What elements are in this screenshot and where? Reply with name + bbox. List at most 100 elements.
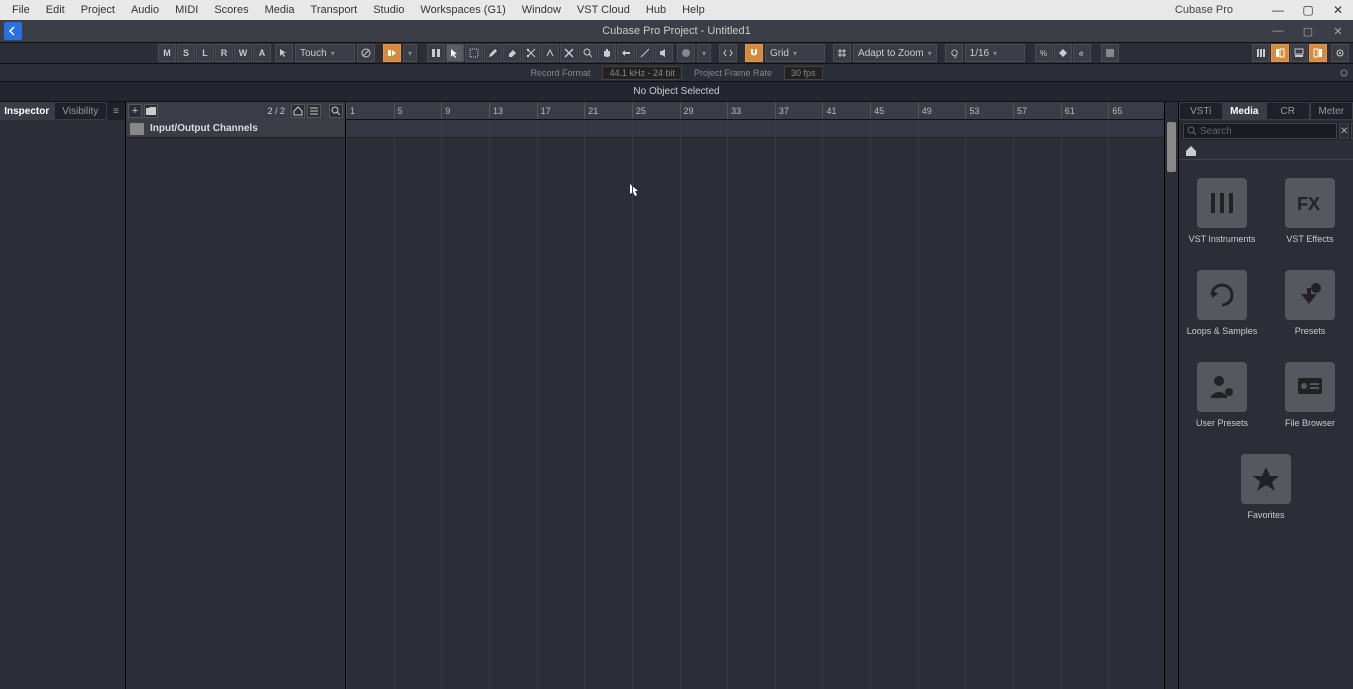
- media-tile-loops-samples[interactable]: Loops & Samples: [1193, 270, 1251, 336]
- warp-tool-button[interactable]: [617, 44, 635, 62]
- setup-toolbar-button[interactable]: [1331, 44, 1349, 62]
- arrange-view[interactable]: 1591317212529333741454953576165: [346, 102, 1164, 689]
- gridline: [1108, 120, 1109, 689]
- menu-hub[interactable]: Hub: [638, 2, 674, 18]
- media-tile-vst-instruments[interactable]: VST Instruments: [1193, 178, 1251, 244]
- gridline: [775, 120, 776, 689]
- add-track-button[interactable]: +: [128, 104, 142, 118]
- color-tool-button[interactable]: [677, 44, 695, 62]
- mute-tool-button[interactable]: [560, 44, 578, 62]
- track-filter-a-button[interactable]: [291, 104, 305, 118]
- show-channel-button[interactable]: [1252, 44, 1270, 62]
- state-buttons-group: M S L R W A: [158, 44, 271, 62]
- track-filter-b-button[interactable]: [307, 104, 321, 118]
- media-tile-file-browser[interactable]: File Browser: [1281, 362, 1339, 428]
- mute-all-button[interactable]: M: [158, 44, 176, 62]
- menu-window[interactable]: Window: [514, 2, 569, 18]
- tab-vsti[interactable]: VSTi: [1179, 102, 1223, 120]
- media-tile-presets[interactable]: Presets: [1281, 270, 1339, 336]
- inspector-setup-button[interactable]: ≡: [107, 102, 125, 120]
- color-menu-dropdown[interactable]: [697, 44, 711, 62]
- media-tile-user-presets[interactable]: User Presets: [1193, 362, 1251, 428]
- vertical-scrollbar[interactable]: [1164, 102, 1178, 689]
- menu-edit[interactable]: Edit: [38, 2, 73, 18]
- maximize-button[interactable]: ▢: [1293, 0, 1323, 20]
- media-tile-favorites[interactable]: Favorites: [1237, 454, 1295, 520]
- quantize-apply-button[interactable]: Q: [945, 44, 963, 62]
- zoom-tool-button[interactable]: [579, 44, 597, 62]
- tab-media[interactable]: Media: [1223, 102, 1267, 120]
- range-tool-button[interactable]: [465, 44, 483, 62]
- menu-help[interactable]: Help: [674, 2, 713, 18]
- solo-all-button[interactable]: S: [177, 44, 195, 62]
- glue-tool-button[interactable]: [541, 44, 559, 62]
- grid-type-icon[interactable]: [833, 44, 851, 62]
- expand-track-button[interactable]: [144, 104, 158, 118]
- listen-button[interactable]: L: [196, 44, 214, 62]
- project-close-button[interactable]: ✕: [1323, 20, 1353, 42]
- quantize-open-button[interactable]: [1054, 44, 1072, 62]
- snap-toggle[interactable]: [745, 44, 763, 62]
- iterative-q-button[interactable]: %: [1035, 44, 1053, 62]
- grid-type-dropdown[interactable]: Adapt to Zoom: [853, 44, 937, 62]
- menu-audio[interactable]: Audio: [123, 2, 167, 18]
- show-left-zone-button[interactable]: [1271, 44, 1289, 62]
- project-minimize-button[interactable]: —: [1263, 20, 1293, 42]
- auto-scroll-button[interactable]: [357, 44, 375, 62]
- close-button[interactable]: ✕: [1323, 0, 1353, 20]
- quantize-preset-dropdown[interactable]: 1/16: [965, 44, 1025, 62]
- visibility-tab[interactable]: Visibility: [54, 102, 108, 120]
- quantize-panel-button[interactable]: e: [1073, 44, 1091, 62]
- menu-transport[interactable]: Transport: [303, 2, 366, 18]
- automation-mode-icon-button[interactable]: [275, 44, 293, 62]
- combine-tool-button[interactable]: [427, 44, 445, 62]
- project-maximize-button[interactable]: ▢: [1293, 20, 1323, 42]
- home-icon[interactable]: [1185, 145, 1197, 157]
- suspend-automation-button[interactable]: A: [253, 44, 271, 62]
- selection-tool-button[interactable]: [446, 44, 464, 62]
- menu-studio[interactable]: Studio: [365, 2, 412, 18]
- tab-meter[interactable]: Meter: [1310, 102, 1353, 120]
- split-tool-button[interactable]: [522, 44, 540, 62]
- menu-project[interactable]: Project: [73, 2, 123, 18]
- menu-file[interactable]: File: [4, 2, 38, 18]
- time-ruler[interactable]: 1591317212529333741454953576165: [346, 102, 1164, 120]
- track-search-button[interactable]: [329, 104, 343, 118]
- menu-scores[interactable]: Scores: [206, 2, 256, 18]
- status-setup-button[interactable]: [1339, 68, 1349, 78]
- nudge-button[interactable]: [719, 44, 737, 62]
- menu-midi[interactable]: MIDI: [167, 2, 206, 18]
- event-area[interactable]: [346, 120, 1164, 689]
- media-tile-vst-effects[interactable]: FXVST Effects: [1281, 178, 1339, 244]
- svg-text:%: %: [1040, 49, 1047, 58]
- tab-cr[interactable]: CR: [1266, 102, 1310, 120]
- main-menu-bar: File Edit Project Audio MIDI Scores Medi…: [0, 0, 1353, 20]
- event-color-button[interactable]: [1101, 44, 1119, 62]
- comp-tool-button[interactable]: [598, 44, 616, 62]
- gridline: [965, 120, 966, 689]
- minimize-button[interactable]: —: [1263, 0, 1293, 20]
- line-tool-button[interactable]: [636, 44, 654, 62]
- write-automation-button[interactable]: W: [234, 44, 252, 62]
- inspector-tab[interactable]: Inspector: [0, 102, 54, 120]
- menu-workspaces[interactable]: Workspaces (G1): [412, 2, 513, 18]
- show-right-zone-button[interactable]: [1309, 44, 1327, 62]
- frame-rate-value[interactable]: 30 fps: [784, 66, 823, 80]
- menu-vst-cloud[interactable]: VST Cloud: [569, 2, 638, 18]
- show-lower-zone-button[interactable]: [1290, 44, 1308, 62]
- autoscroll-toggle[interactable]: [383, 44, 401, 62]
- menu-media[interactable]: Media: [257, 2, 303, 18]
- record-format-value[interactable]: 44.1 kHz - 24 bit: [602, 66, 682, 80]
- clear-search-button[interactable]: ✕: [1339, 123, 1349, 139]
- snap-type-dropdown[interactable]: Grid: [765, 44, 825, 62]
- back-button[interactable]: [4, 22, 22, 40]
- draw-tool-button[interactable]: [484, 44, 502, 62]
- erase-tool-button[interactable]: [503, 44, 521, 62]
- media-search-input[interactable]: [1183, 123, 1337, 139]
- scrollbar-thumb[interactable]: [1167, 122, 1176, 172]
- autoscroll-settings-dropdown[interactable]: [403, 44, 417, 62]
- automation-mode-dropdown[interactable]: Touch: [295, 44, 355, 62]
- read-automation-button[interactable]: R: [215, 44, 233, 62]
- track-row-io-channels[interactable]: Input/Output Channels: [126, 120, 345, 138]
- play-tool-button[interactable]: [655, 44, 673, 62]
